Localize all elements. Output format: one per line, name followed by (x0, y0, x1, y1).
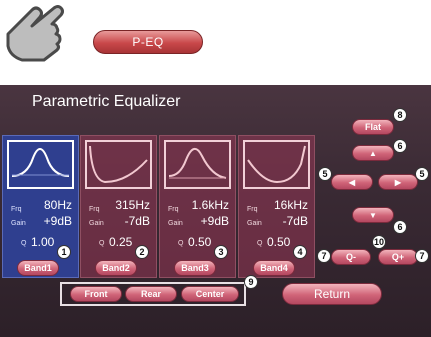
band-1-gain-label: Gain (11, 220, 26, 227)
band-4-gain-label: Gain (247, 220, 262, 227)
band-2-frq-label: Frq (89, 206, 100, 213)
callout-badge-8: 8 (393, 108, 407, 122)
band-1-q-label: Q (21, 240, 27, 247)
left-arrow-button[interactable]: ◀ (331, 174, 373, 190)
band-4-frq-value: 16kHz (273, 198, 308, 212)
flat-button[interactable]: Flat (352, 119, 394, 135)
center-button[interactable]: Center (181, 286, 239, 302)
callout-badge-5-right: 5 (415, 167, 429, 181)
band-2-q-value: 0.25 (109, 235, 133, 249)
arrow-left-icon: ◀ (348, 177, 356, 187)
screen-title: Parametric Equalizer (32, 93, 181, 110)
callout-badge-9: 9 (244, 275, 258, 289)
band-2-q-label: Q (99, 240, 105, 247)
rear-button[interactable]: Rear (125, 286, 177, 302)
band-2-curve (85, 140, 152, 189)
down-arrow-button[interactable]: ▼ (352, 207, 394, 223)
band-1-q-value: 1.00 (31, 235, 55, 249)
up-arrow-button[interactable]: ▲ (352, 145, 394, 161)
callout-badge-7-left: 7 (317, 249, 331, 263)
touch-hand-icon (2, 0, 74, 62)
band-4-panel[interactable]: Frq 16kHz Gain -7dB Q 0.50 Band4 4 (238, 135, 315, 278)
band-2-gain-label: Gain (89, 220, 104, 227)
band-2-button[interactable]: Band2 (95, 260, 137, 276)
arrow-right-icon: ▶ (394, 177, 402, 187)
callout-badge-7-right: 7 (415, 249, 429, 263)
arrow-down-icon: ▼ (369, 210, 377, 220)
band-1-button[interactable]: Band1 (17, 260, 59, 276)
band-4-q-label: Q (257, 240, 263, 247)
band-4-curve (243, 140, 310, 189)
band-4-frq-label: Frq (247, 206, 258, 213)
callout-badge-4: 4 (293, 245, 307, 259)
arrow-up-icon: ▲ (369, 148, 377, 158)
callout-badge-10: 10 (372, 235, 386, 249)
front-button[interactable]: Front (70, 286, 122, 302)
callout-badge-5-left: 5 (318, 167, 332, 181)
band-4-button[interactable]: Band4 (253, 260, 295, 276)
band-4-q-value: 0.50 (267, 235, 291, 249)
band-1-frq-label: Frq (11, 206, 22, 213)
band-3-q-label: Q (178, 240, 184, 247)
right-arrow-button[interactable]: ▶ (378, 174, 418, 190)
callout-badge-6-top: 6 (393, 139, 407, 153)
band-2-panel[interactable]: Frq 315Hz Gain -7dB Q 0.25 Band2 2 (80, 135, 157, 278)
band-1-frq-value: 80Hz (43, 198, 72, 212)
parametric-equalizer-screen: Parametric Equalizer Frq 80Hz Gain +9dB … (0, 85, 431, 337)
band-1-curve (7, 140, 74, 189)
band-3-frq-value: 1.6kHz (191, 198, 229, 212)
callout-badge-2: 2 (135, 245, 149, 259)
q-plus-button[interactable]: Q+ (378, 249, 418, 265)
return-button[interactable]: Return (282, 283, 382, 305)
band-1-gain-value: +9dB (43, 214, 72, 228)
callout-badge-3: 3 (214, 245, 228, 259)
p-eq-tab-button[interactable]: P-EQ (93, 30, 203, 54)
band-4-gain-value: -7dB (282, 214, 308, 228)
band-2-gain-value: -7dB (124, 214, 150, 228)
band-3-panel[interactable]: Frq 1.6kHz Gain +9dB Q 0.50 Band3 3 (159, 135, 236, 278)
band-3-curve (164, 140, 231, 189)
callout-badge-6-bottom: 6 (393, 220, 407, 234)
band-2-frq-value: 315Hz (115, 198, 150, 212)
band-3-gain-label: Gain (168, 220, 183, 227)
q-minus-button[interactable]: Q- (331, 249, 371, 265)
band-3-gain-value: +9dB (200, 214, 229, 228)
callout-badge-1: 1 (57, 245, 71, 259)
band-1-panel[interactable]: Frq 80Hz Gain +9dB Q 1.00 Band1 1 (2, 135, 79, 278)
band-3-q-value: 0.50 (188, 235, 212, 249)
band-3-frq-label: Frq (168, 206, 179, 213)
band-3-button[interactable]: Band3 (174, 260, 216, 276)
